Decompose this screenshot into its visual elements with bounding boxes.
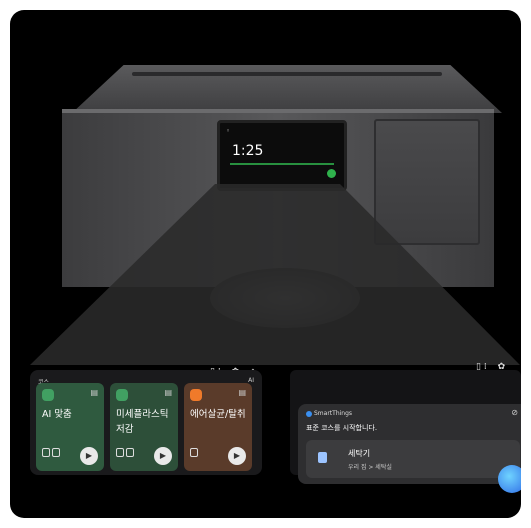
- play-button[interactable]: ▶: [154, 447, 172, 465]
- play-button[interactable]: ▶: [228, 447, 246, 465]
- card-chips: [190, 442, 200, 461]
- course-card-microplastic[interactable]: ▤ 미세플라스틱 저감 ▶: [110, 383, 178, 471]
- card-menu-icon[interactable]: ▤: [238, 388, 246, 397]
- settings-icon[interactable]: ⊘: [511, 408, 518, 417]
- card-chips: [42, 442, 62, 461]
- course-card-ai[interactable]: ▤ AI 맞춤 ▶: [36, 383, 104, 471]
- course-title: AI 맞춤: [42, 409, 72, 420]
- smartthings-icon: [306, 410, 312, 417]
- ai-icon: [42, 389, 54, 401]
- leaf-icon: [116, 389, 128, 401]
- play-button[interactable]: ▶: [80, 447, 98, 465]
- dialog-header: SmartThings: [306, 410, 352, 417]
- device-location: 우리 집 > 세탁실: [348, 464, 392, 471]
- card-menu-icon[interactable]: ▤: [90, 388, 98, 397]
- smartthings-dialog: SmartThings ⊘ 표준 코스를 시작합니다. 세탁기 우리 집 > 세…: [298, 404, 521, 484]
- course-title: 미세플라스틱 저감: [116, 409, 169, 435]
- device-name: 세탁기: [348, 449, 371, 458]
- course-title: 에어살균/탈취: [190, 409, 246, 420]
- image-frame: 1:25 ◦ ▯ ⁞ ✿ ⌂ ▯ ⁞ ✿ ⌂ 코스 AI ▤ AI 맞춤 ▶ ▤…: [10, 10, 521, 518]
- device-item[interactable]: 세탁기 우리 집 > 세탁실: [306, 440, 520, 478]
- bixby-icon[interactable]: [498, 465, 521, 493]
- card-menu-icon[interactable]: ▤: [164, 388, 172, 397]
- card-chips: [116, 442, 136, 461]
- course-card-air-sterilize[interactable]: ▤ 에어살균/탈취 ▶: [184, 383, 252, 471]
- dialog-message: 표준 코스를 시작합니다.: [306, 424, 378, 432]
- course-panel: 코스 AI ▤ AI 맞춤 ▶ ▤ 미세플라스틱 저감 ▶ ▤ 에어살균/탈취 …: [30, 370, 262, 475]
- washer-icon: [318, 452, 327, 463]
- air-icon: [190, 389, 202, 401]
